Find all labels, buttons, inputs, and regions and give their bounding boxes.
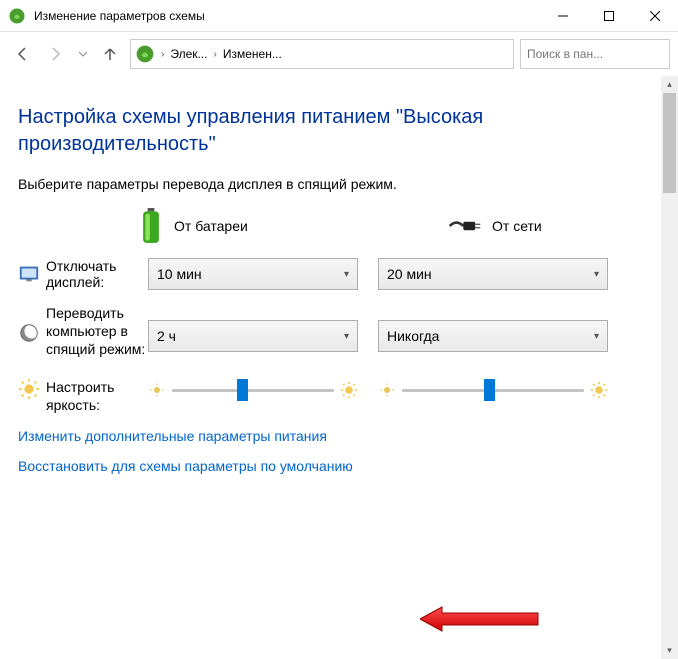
close-button[interactable]	[632, 0, 678, 32]
up-button[interactable]	[96, 40, 124, 68]
scroll-up-button[interactable]: ▴	[661, 76, 678, 93]
display-off-battery-dropdown[interactable]: 10 мин ▾	[148, 258, 358, 290]
row-brightness-label: Настроить яркость:	[46, 378, 148, 414]
chevron-down-icon: ▾	[344, 331, 349, 342]
title-bar: Изменение параметров схемы	[0, 0, 678, 32]
search-box[interactable]	[520, 39, 670, 69]
dropdown-value: 20 мин	[387, 266, 432, 282]
column-headers: От батареи От сети	[18, 208, 650, 244]
moon-icon	[18, 322, 40, 344]
navigation-bar: › Элек... › Изменен...	[0, 32, 678, 76]
chevron-right-icon: ›	[212, 49, 219, 60]
dropdown-value: 10 мин	[157, 266, 202, 282]
chevron-down-icon: ▾	[594, 331, 599, 342]
search-input[interactable]	[527, 47, 678, 61]
maximize-button[interactable]	[586, 0, 632, 32]
column-battery-label: От батареи	[174, 218, 248, 234]
chevron-down-icon: ▾	[344, 269, 349, 280]
sun-bright-icon	[340, 381, 358, 399]
history-dropdown-button[interactable]	[76, 50, 90, 58]
breadcrumb-segment[interactable]: Изменен...	[219, 47, 286, 61]
instruction-text: Выберите параметры перевода дисплея в сп…	[18, 176, 650, 192]
dropdown-value: Никогда	[387, 328, 439, 344]
brightness-ac-slider[interactable]	[402, 378, 584, 402]
page-heading: Настройка схемы управления питанием "Выс…	[18, 104, 650, 158]
restore-defaults-link[interactable]: Восстановить для схемы параметры по умол…	[18, 458, 650, 474]
chevron-right-icon: ›	[159, 49, 166, 60]
chevron-down-icon: ▾	[594, 269, 599, 280]
column-ac-label: От сети	[492, 218, 542, 234]
scroll-down-button[interactable]: ▾	[661, 642, 678, 659]
callout-arrow-icon	[420, 604, 540, 634]
breadcrumb[interactable]: › Элек... › Изменен...	[130, 39, 514, 69]
vertical-scrollbar[interactable]: ▴ ▾	[661, 76, 678, 659]
scroll-thumb[interactable]	[663, 93, 676, 193]
minimize-button[interactable]	[540, 0, 586, 32]
forward-button[interactable]	[42, 40, 70, 68]
battery-icon	[138, 208, 164, 244]
row-brightness: Настроить яркость:	[18, 378, 650, 414]
app-icon	[8, 7, 26, 25]
sleep-battery-dropdown[interactable]: 2 ч ▾	[148, 320, 358, 352]
window-title: Изменение параметров схемы	[34, 9, 540, 23]
back-button[interactable]	[8, 40, 36, 68]
breadcrumb-segment[interactable]: Элек...	[166, 47, 211, 61]
brightness-battery-slider[interactable]	[172, 378, 334, 402]
sun-dim-icon	[148, 381, 166, 399]
row-display-off-label: Отключать дисплей:	[46, 258, 148, 290]
display-off-ac-dropdown[interactable]: 20 мин ▾	[378, 258, 608, 290]
location-icon	[135, 44, 155, 64]
row-sleep-label: Переводить компьютер в спящий режим:	[46, 304, 148, 359]
sun-icon	[18, 378, 40, 400]
row-display-off: Отключать дисплей: 10 мин ▾ 20 мин ▾	[18, 258, 650, 290]
sun-dim-icon	[378, 381, 396, 399]
content-pane: Настройка схемы управления питанием "Выс…	[0, 76, 678, 659]
sun-bright-icon	[590, 381, 608, 399]
dropdown-value: 2 ч	[157, 328, 176, 344]
row-sleep: Переводить компьютер в спящий режим: 2 ч…	[18, 304, 650, 364]
advanced-settings-link[interactable]: Изменить дополнительные параметры питани…	[18, 428, 650, 444]
sleep-ac-dropdown[interactable]: Никогда ▾	[378, 320, 608, 352]
monitor-icon	[18, 263, 40, 285]
plug-icon	[448, 216, 482, 236]
